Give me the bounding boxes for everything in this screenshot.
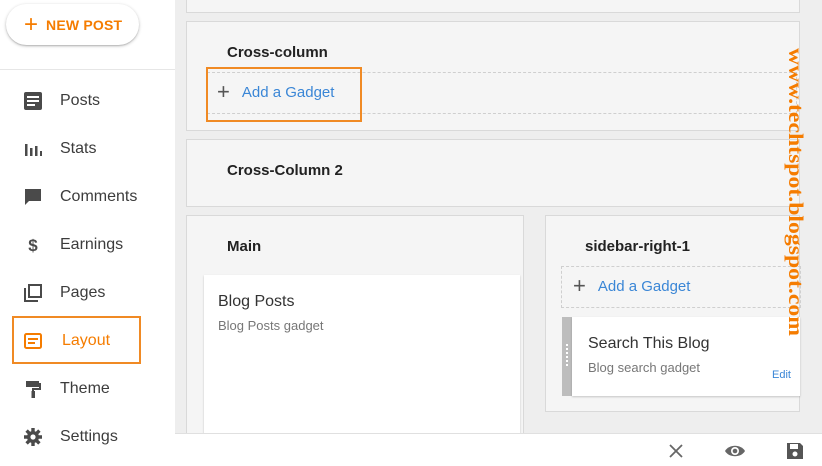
theme-icon: [22, 378, 44, 400]
gadget-subtitle: Blog Posts gadget: [218, 318, 324, 333]
add-gadget-button[interactable]: + Add a Gadget: [573, 273, 691, 298]
new-post-button[interactable]: + NEW POST: [6, 4, 139, 45]
blogger-layout-page: + NEW POST Posts Stats Comments $ Earnin…: [0, 0, 822, 466]
bottom-toolbar: [175, 433, 822, 466]
sidebar-item-label: Layout: [62, 332, 111, 349]
search-blog-gadget[interactable]: Search This Blog Blog search gadget Edit: [572, 317, 800, 396]
sidebar-item-label: Pages: [60, 284, 106, 301]
sidebar-item-label: Theme: [60, 380, 110, 397]
new-post-label: NEW POST: [46, 16, 123, 33]
sidebar-item-label: Settings: [60, 428, 118, 445]
sidebar-item-label: Stats: [60, 140, 97, 157]
preview-icon[interactable]: [724, 440, 746, 462]
sidebar-item-pages[interactable]: Pages: [0, 273, 175, 313]
layout-icon: [22, 330, 44, 352]
comments-icon: [22, 186, 44, 208]
add-gadget-highlight: [206, 67, 362, 122]
plus-icon: +: [573, 273, 586, 298]
add-gadget-label: Add a Gadget: [597, 277, 691, 295]
sidebar-item-label: Comments: [60, 188, 138, 205]
gadget-title: Blog Posts: [218, 293, 295, 310]
sidebar-item-theme[interactable]: Theme: [0, 369, 175, 409]
watermark: www.techtspot.blogspot.com: [784, 48, 808, 337]
sidebar-item-posts[interactable]: Posts: [0, 81, 175, 121]
blog-posts-gadget[interactable]: Blog Posts Blog Posts gadget: [204, 275, 520, 445]
svg-text:$: $: [28, 236, 38, 255]
sidebar-item-stats[interactable]: Stats: [0, 129, 175, 169]
plus-icon: +: [24, 10, 39, 38]
cross-column-2-section: Cross-Column 2: [186, 139, 800, 207]
sidebar-item-comments[interactable]: Comments: [0, 177, 175, 217]
earnings-icon: $: [22, 234, 44, 256]
gadget-subtitle: Blog search gadget: [588, 360, 701, 375]
settings-icon: [22, 426, 44, 448]
sidebar-item-label: Posts: [60, 92, 101, 109]
pages-icon: [22, 282, 44, 304]
stats-icon: [22, 138, 44, 160]
section-title: Cross-column: [227, 44, 328, 61]
sidebar-item-label: Earnings: [60, 236, 124, 253]
layout-editor: Cross-column + Add a Gadget Cross-Column…: [175, 0, 822, 466]
section-title: sidebar-right-1: [585, 238, 691, 255]
gadget-title: Search This Blog: [588, 335, 710, 352]
edit-link[interactable]: Edit: [772, 369, 791, 381]
sidebar-item-earnings[interactable]: $ Earnings: [0, 225, 175, 265]
close-icon[interactable]: [665, 440, 687, 462]
drag-dots-icon: [566, 344, 568, 366]
drag-handle[interactable]: [562, 317, 572, 396]
posts-icon: [22, 90, 44, 112]
section-title: Main: [227, 238, 262, 255]
save-icon[interactable]: [784, 440, 806, 462]
sidebar-item-settings[interactable]: Settings: [0, 417, 175, 457]
sidebar: + NEW POST Posts Stats Comments $ Earnin…: [0, 0, 175, 466]
header-section: [186, 0, 800, 13]
sidebar-divider: [0, 69, 175, 70]
sidebar-item-layout[interactable]: Layout: [0, 321, 175, 361]
watermark-text: www.techtspot.blogspot.com: [784, 48, 808, 337]
section-title: Cross-Column 2: [227, 162, 343, 179]
